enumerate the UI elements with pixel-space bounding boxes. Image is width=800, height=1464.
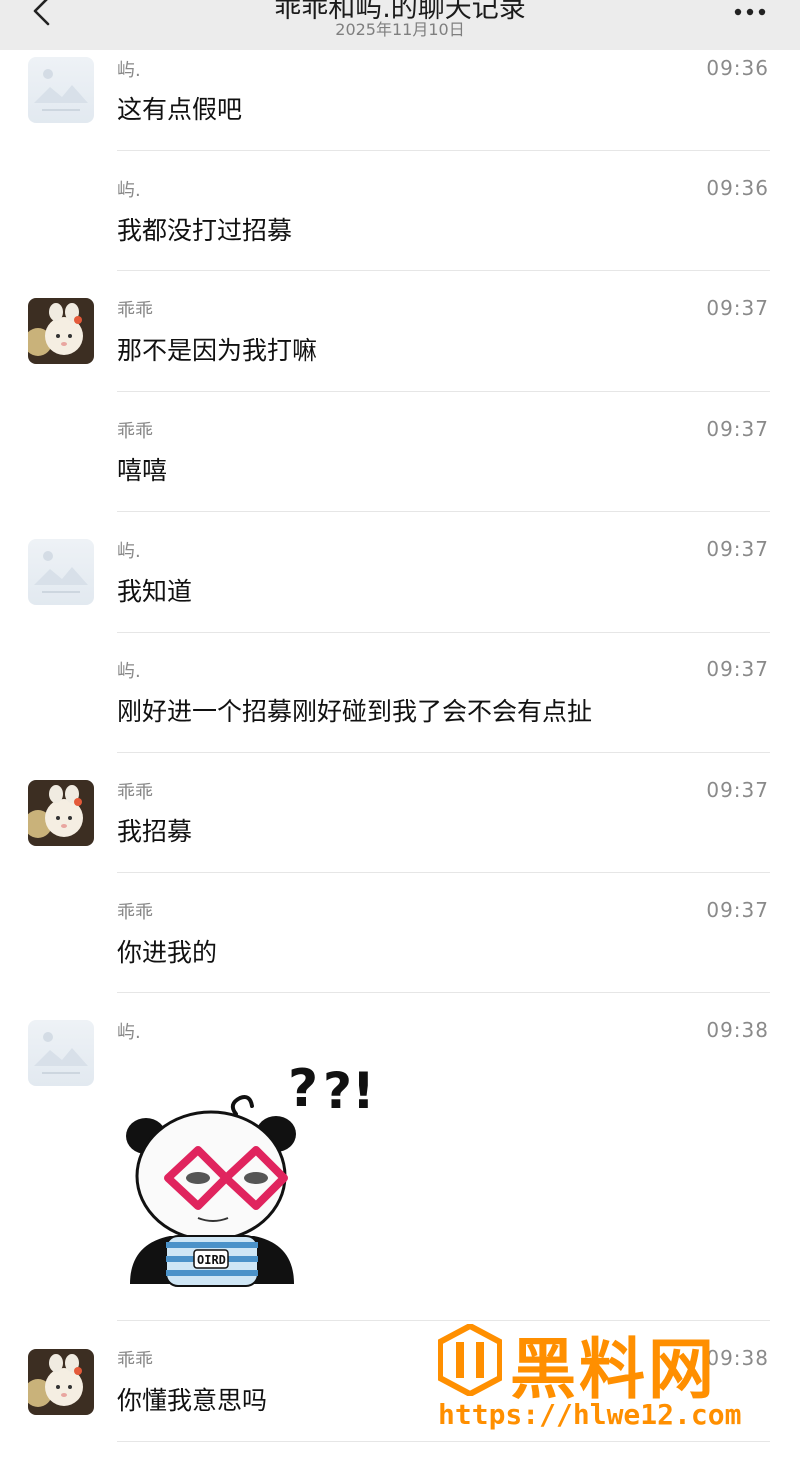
sender-name: 屿. bbox=[117, 180, 141, 201]
message-text: 我招募 bbox=[117, 817, 193, 846]
sender-name: 乖乖 bbox=[117, 300, 153, 321]
avatar-placeholder-icon[interactable] bbox=[28, 1020, 94, 1086]
sender-name: 乖乖 bbox=[117, 1350, 153, 1371]
divider bbox=[117, 752, 770, 753]
message-time: 09:37 bbox=[706, 657, 769, 681]
message-time: 09:37 bbox=[706, 778, 769, 802]
avatar-placeholder-icon[interactable] bbox=[28, 539, 94, 605]
message-text: 我知道 bbox=[117, 577, 193, 606]
svg-text:OIRD: OIRD bbox=[197, 1253, 226, 1267]
message-text: 这有点假吧 bbox=[117, 95, 243, 124]
message-time: 09:37 bbox=[706, 417, 769, 441]
divider bbox=[117, 270, 770, 271]
sender-name: 乖乖 bbox=[117, 902, 153, 923]
message-text: 嘻嘻 bbox=[117, 456, 168, 485]
sender-name: 屿. bbox=[117, 541, 141, 562]
panda-glasses-sticker[interactable]: ? ?! OIRD bbox=[118, 1036, 408, 1306]
message-time: 09:38 bbox=[706, 1018, 769, 1042]
divider bbox=[117, 391, 770, 392]
message-text: 你进我的 bbox=[117, 938, 218, 967]
sender-name: 乖乖 bbox=[117, 421, 153, 442]
message-time: 09:37 bbox=[706, 898, 769, 922]
divider bbox=[117, 150, 770, 151]
watermark-url: https://hlwe12.com bbox=[438, 1398, 742, 1431]
message-text: 你懂我意思吗 bbox=[117, 1386, 268, 1415]
message-text: 那不是因为我打嘛 bbox=[117, 336, 318, 365]
divider bbox=[117, 632, 770, 633]
sender-name: 屿. bbox=[117, 661, 141, 682]
divider bbox=[117, 511, 770, 512]
message-time: 09:37 bbox=[706, 296, 769, 320]
chat-history-header: 乖乖和屿.的聊天记录 2025年11月10日 bbox=[0, 0, 800, 50]
avatar-placeholder-icon[interactable] bbox=[28, 57, 94, 123]
message-time: 09:36 bbox=[706, 176, 769, 200]
watermark-logo-icon bbox=[437, 1322, 503, 1400]
divider bbox=[117, 992, 770, 993]
message-text: 我都没打过招募 bbox=[117, 216, 293, 245]
divider bbox=[117, 872, 770, 873]
sender-name: 乖乖 bbox=[117, 782, 153, 803]
more-horizontal-icon[interactable] bbox=[734, 0, 766, 25]
message-text: 刚好进一个招募刚好碰到我了会不会有点扯 bbox=[117, 697, 593, 726]
chat-date: 2025年11月10日 bbox=[335, 20, 465, 39]
watermark: 黑料网 https://hlwe12.com bbox=[437, 1322, 778, 1442]
avatar-cat-icon[interactable] bbox=[28, 780, 94, 846]
svg-text:?!: ?! bbox=[323, 1062, 375, 1120]
avatar-cat-icon[interactable] bbox=[28, 1349, 94, 1415]
message-time: 09:37 bbox=[706, 537, 769, 561]
svg-text:?: ? bbox=[288, 1059, 318, 1119]
sender-name: 屿. bbox=[117, 60, 141, 81]
message-time: 09:36 bbox=[706, 56, 769, 80]
avatar-cat-icon[interactable] bbox=[28, 298, 94, 364]
